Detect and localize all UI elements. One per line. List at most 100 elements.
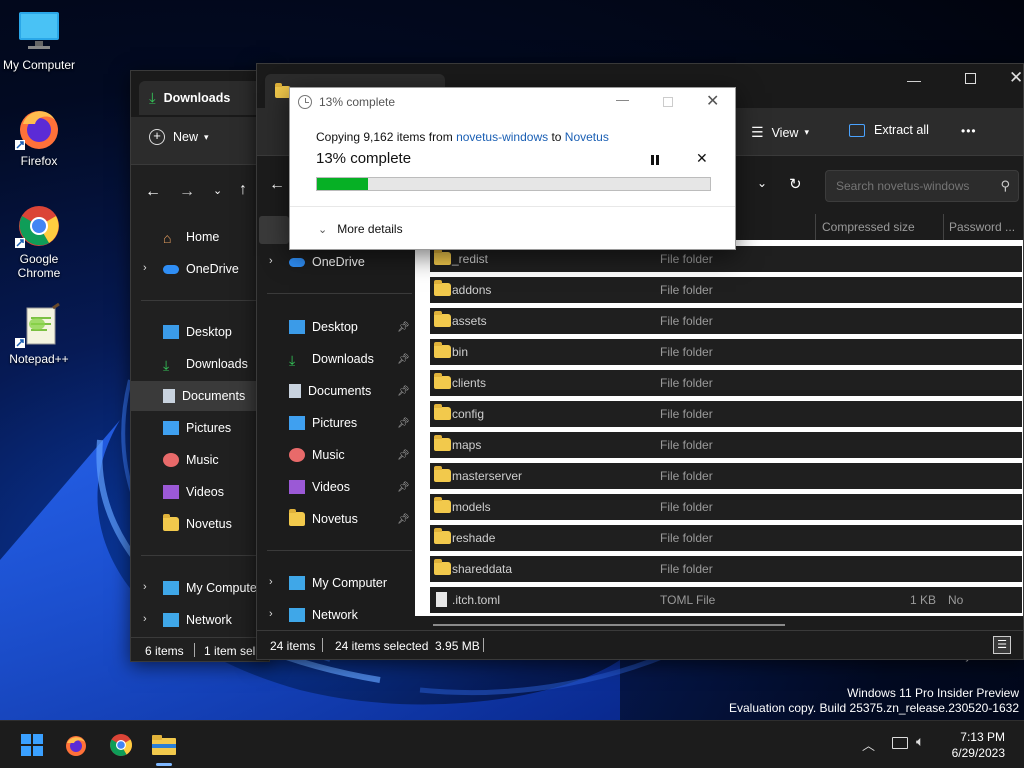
more-details-toggle[interactable]: ⌄ More details (318, 222, 403, 236)
chevron-right-icon[interactable]: › (269, 576, 273, 588)
desktop-icon-notepadpp[interactable]: Notepad++ (0, 302, 78, 366)
close-button[interactable]: ✕ (1009, 68, 1023, 88)
pin-icon[interactable]: 📌︎ (397, 322, 410, 333)
minimize-button[interactable]: — (907, 72, 921, 88)
explorer-window-back[interactable]: ⤓ Downloads + New ▾ ← → ⌄ ↑ ⌂ Home › One… (130, 70, 270, 662)
table-row[interactable]: masterserver File folder (430, 463, 1022, 489)
windows-logo-icon (21, 734, 43, 756)
volume-icon[interactable]: 🔈︎ (916, 733, 924, 750)
nav-music[interactable]: Music (289, 440, 345, 470)
taskbar-chrome[interactable] (105, 729, 137, 761)
source-link[interactable]: novetus-windows (456, 130, 548, 144)
dialog-close-button[interactable]: ✕ (706, 91, 719, 111)
network-tray-icon[interactable] (892, 737, 908, 749)
chevron-right-icon[interactable]: › (269, 608, 273, 620)
nav-desktop[interactable]: Desktop (163, 317, 232, 347)
pin-icon[interactable]: 📌︎ (397, 450, 410, 461)
chevron-right-icon[interactable]: › (143, 613, 147, 625)
new-button[interactable]: + New ▾ (149, 129, 209, 145)
pin-icon[interactable]: 📌︎ (397, 482, 410, 493)
chevron-right-icon[interactable]: › (143, 262, 147, 274)
recent-dropdown-icon[interactable]: ⌄ (213, 184, 222, 197)
folder-icon (434, 466, 451, 482)
pause-button[interactable] (650, 155, 660, 165)
nav-music[interactable]: Music (163, 445, 219, 475)
table-row[interactable]: reshade File folder (430, 525, 1022, 551)
desktop-icon (289, 320, 305, 334)
back-arrow-icon[interactable]: ← (269, 176, 285, 194)
chrome-icon (110, 734, 132, 756)
show-hidden-icons-button[interactable]: ︿ (862, 735, 875, 754)
tab-downloads[interactable]: ⤓ Downloads (139, 81, 269, 115)
start-button[interactable] (16, 729, 48, 761)
column-header-password[interactable]: Password ... (949, 220, 1015, 234)
nav-documents[interactable]: Documents (289, 376, 371, 406)
horizontal-scrollbar[interactable] (433, 624, 785, 626)
tab-title: Downloads (163, 91, 231, 105)
dialog-maximize-button[interactable] (663, 97, 673, 107)
chevron-right-icon[interactable]: › (269, 255, 273, 267)
dialog-minimize-button[interactable]: — (616, 92, 629, 107)
table-row[interactable]: maps File folder (430, 432, 1022, 458)
pin-icon[interactable]: 📌︎ (397, 418, 410, 429)
more-options-button[interactable]: ••• (961, 124, 977, 138)
search-box[interactable]: ⚲ (825, 170, 1019, 202)
chevron-right-icon[interactable]: › (143, 581, 147, 593)
up-arrow-icon[interactable]: ↑ (239, 181, 247, 199)
destination-link[interactable]: Novetus (565, 130, 609, 144)
table-row[interactable]: assets File folder (430, 308, 1022, 334)
table-row[interactable]: bin File folder (430, 339, 1022, 365)
list-view-icon: ☰ (751, 124, 764, 140)
search-input[interactable] (826, 171, 996, 201)
cancel-copy-button[interactable]: ✕ (696, 150, 708, 167)
nav-downloads[interactable]: ⤓ Downloads (289, 344, 374, 374)
table-row[interactable]: .itch.toml TOML File 1 KB No (430, 587, 1022, 613)
nav-downloads[interactable]: ⤓ Downloads (163, 349, 248, 379)
nav-my-computer[interactable]: My Computer (289, 568, 387, 598)
status-divider (322, 638, 323, 652)
nav-onedrive[interactable]: OneDrive (163, 254, 239, 284)
table-row[interactable]: shareddata File folder (430, 556, 1022, 582)
view-button[interactable]: ☰ View ▾ (751, 124, 809, 141)
details-view-button[interactable]: ☰ (993, 636, 1011, 654)
nav-home[interactable]: ⌂ Home (163, 222, 219, 252)
table-row[interactable]: clients File folder (430, 370, 1022, 396)
nav-videos[interactable]: Videos (289, 472, 350, 502)
pin-icon[interactable]: 📌︎ (397, 386, 410, 397)
nav-novetus[interactable]: Novetus (163, 509, 232, 539)
nav-novetus[interactable]: Novetus (289, 504, 358, 534)
desktop-icon-chrome[interactable]: Google Chrome (0, 202, 78, 280)
nav-network[interactable]: Network (163, 605, 232, 635)
chevron-down-icon: ▾ (204, 131, 209, 142)
monitor-icon (163, 581, 179, 595)
forward-arrow-icon[interactable]: → (179, 183, 195, 201)
nav-onedrive[interactable]: OneDrive (289, 247, 365, 277)
clock-date[interactable]: 6/29/2023 (952, 746, 1005, 760)
clock-time[interactable]: 7:13 PM (960, 730, 1005, 744)
extract-all-button[interactable]: Extract all (849, 123, 929, 137)
pin-icon[interactable]: 📌︎ (397, 514, 410, 525)
back-arrow-icon[interactable]: ← (145, 183, 161, 201)
nav-pictures[interactable]: Pictures (163, 413, 231, 443)
copy-progress-dialog[interactable]: 13% complete — ✕ Copying 9,162 items fro… (289, 87, 736, 250)
refresh-icon[interactable]: ↻ (789, 175, 802, 193)
firefox-icon (15, 104, 63, 152)
nav-network[interactable]: Network (289, 600, 358, 630)
table-row[interactable]: models File folder (430, 494, 1022, 520)
nav-videos[interactable]: Videos (163, 477, 224, 507)
pin-icon[interactable]: 📌︎ (397, 354, 410, 365)
taskbar-firefox[interactable] (60, 729, 92, 761)
taskbar-file-explorer[interactable] (148, 729, 180, 761)
nav-pictures[interactable]: Pictures (289, 408, 357, 438)
nav-desktop[interactable]: Desktop (289, 312, 358, 342)
maximize-button[interactable] (965, 73, 976, 84)
file-type: File folder (660, 438, 713, 452)
table-row[interactable]: addons File folder (430, 277, 1022, 303)
nav-documents[interactable]: Documents (163, 381, 245, 411)
nav-my-computer[interactable]: My Computer (163, 573, 261, 603)
table-row[interactable]: config File folder (430, 401, 1022, 427)
desktop-icon-firefox[interactable]: Firefox (0, 104, 78, 168)
address-dropdown-icon[interactable]: ⌄ (757, 176, 767, 190)
desktop-icon-my-computer[interactable]: My Computer (0, 8, 78, 72)
column-header-compressed-size[interactable]: Compressed size (822, 220, 915, 234)
